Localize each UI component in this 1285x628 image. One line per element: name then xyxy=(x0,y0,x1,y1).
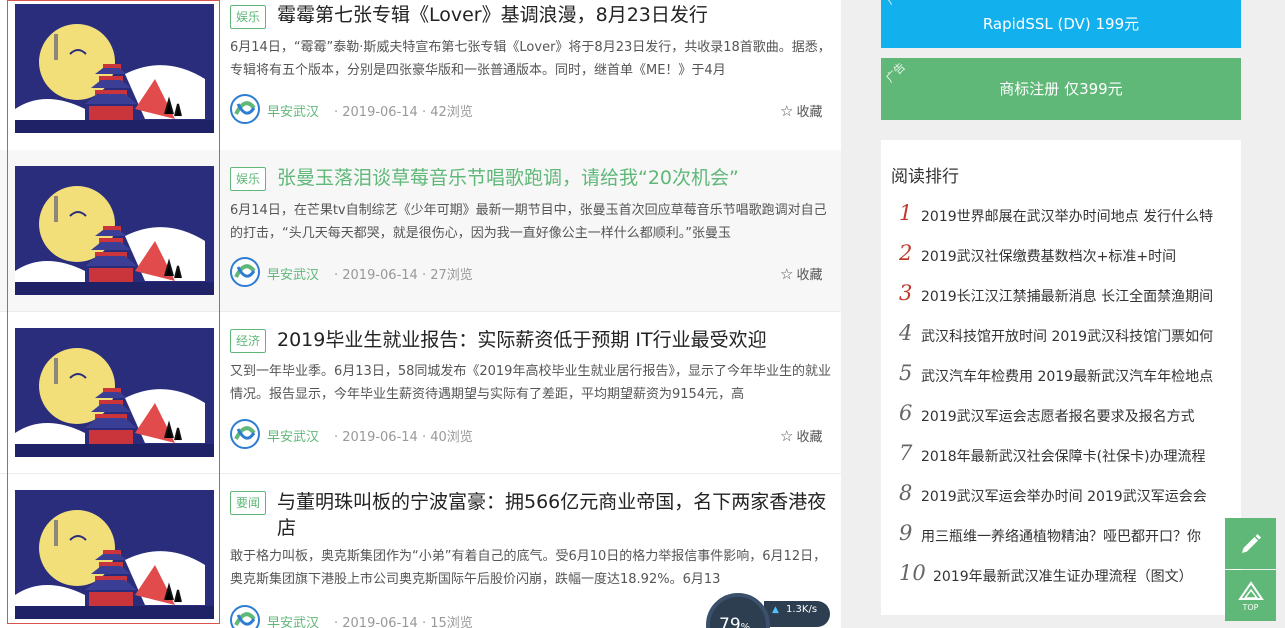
speed-percent-sign: % xyxy=(740,622,751,628)
article-item[interactable]: 娱乐 霉霉第七张专辑《Lover》基调浪漫，8月23日发行 6月14日，“霉霉”… xyxy=(0,0,841,162)
article-item[interactable]: 经济 2019毕业生就业报告：实际薪资低于预期 IT行业最受欢迎 又到一年毕业季… xyxy=(0,312,841,474)
category-tag[interactable]: 要闻 xyxy=(230,491,267,515)
article-thumbnail[interactable] xyxy=(15,328,214,457)
thumbnail-illustration xyxy=(15,4,214,133)
rank-number: 1 xyxy=(899,201,913,225)
thumbnail-illustration xyxy=(15,490,214,619)
source-logo-icon xyxy=(230,419,260,449)
star-icon: ☆ xyxy=(780,427,794,445)
favorite-button[interactable]: ☆ 收藏 xyxy=(780,426,822,445)
rank-item[interactable]: 10 2019年最新武汉准生证办理流程（图文） xyxy=(899,561,1241,591)
rank-item[interactable]: 8 2019武汉军运会举办时间 2019武汉军运会会 xyxy=(899,481,1241,511)
article-thumbnail[interactable] xyxy=(15,4,214,133)
article-item[interactable]: 娱乐 张曼玉落泪谈草莓音乐节唱歌跑调，请给我“20次机会” 6月14日，在芒果t… xyxy=(0,150,841,312)
article-meta: 早安武汉 · 2019-06-14 · 42浏览 ☆ 收藏 xyxy=(230,94,830,124)
date-views: · 2019-06-14 · 40浏览 xyxy=(334,430,473,445)
date-views: · 2019-06-14 · 15浏览 xyxy=(334,616,473,628)
back-to-top-button[interactable]: TOP xyxy=(1225,570,1276,621)
rank-item[interactable]: 4 武汉科技馆开放时间 2019武汉科技馆门票如何 xyxy=(899,321,1241,351)
upload-arrow-icon: ▲ xyxy=(772,605,779,615)
speed-bar: ▲ 1.3K/s xyxy=(764,601,830,627)
source-logo-icon xyxy=(230,605,260,628)
date-views: · 2019-06-14 · 27浏览 xyxy=(334,268,473,283)
rank-item[interactable]: 7 2018年最新武汉社会保障卡(社保卡)办理流程 xyxy=(899,441,1241,471)
rank-link[interactable]: 2019年最新武汉准生证办理流程（图文） xyxy=(933,566,1193,586)
edit-button[interactable] xyxy=(1225,518,1276,569)
source-link[interactable]: 早安武汉 xyxy=(267,612,319,628)
rank-number: 8 xyxy=(899,481,913,505)
rank-item[interactable]: 3 2019长江汉江禁捕最新消息 长江全面禁渔期间 xyxy=(899,281,1241,311)
thumbnail-illustration xyxy=(15,328,214,457)
ad-trademark-text: 商标注册 仅399元 xyxy=(999,80,1123,98)
article-meta: 早安武汉 · 2019-06-14 · 27浏览 ☆ 收藏 xyxy=(230,257,830,287)
rank-item[interactable]: 6 2019武汉军运会志愿者报名要求及报名方式 xyxy=(899,401,1241,431)
rank-link[interactable]: 2019武汉社保缴费基数档次+标准+时间 xyxy=(921,246,1176,266)
article-excerpt: 6月14日，“霉霉”泰勒·斯威夫特宣布第七张专辑《Lover》将于8月23日发行… xyxy=(230,40,831,78)
category-tag[interactable]: 娱乐 xyxy=(230,5,267,29)
star-icon: ☆ xyxy=(780,265,794,283)
favorite-label: 收藏 xyxy=(796,430,823,445)
rank-item[interactable]: 9 用三瓶维一养络通植物精油？哑巴都开口？你 xyxy=(899,521,1241,551)
speed-circle: 79% xyxy=(706,593,770,628)
favorite-button[interactable]: ☆ 收藏 xyxy=(780,264,822,283)
rank-number: 2 xyxy=(899,241,913,265)
rank-link[interactable]: 2019武汉军运会志愿者报名要求及报名方式 xyxy=(921,406,1195,426)
article-meta: 早安武汉 · 2019-06-14 · 40浏览 ☆ 收藏 xyxy=(230,419,830,449)
source-link[interactable]: 早安武汉 xyxy=(267,101,319,120)
rank-title: 阅读排行 xyxy=(891,167,959,187)
rank-link[interactable]: 武汉汽车年检费用 2019最新武汉汽车年检地点 xyxy=(921,366,1213,386)
article-excerpt: 又到一年毕业季。6月13日，58同城发布《2019年高校毕业生就业居行报告》，显… xyxy=(230,364,831,402)
reading-rank-panel: 阅读排行 1 2019世界邮展在武汉举办时间地点 发行什么特 2 2019武汉社保缴… xyxy=(881,140,1241,615)
rank-number: 3 xyxy=(899,281,913,305)
category-tag[interactable]: 经济 xyxy=(230,329,267,353)
rank-item[interactable]: 5 武汉汽车年检费用 2019最新武汉汽车年检地点 xyxy=(899,361,1241,391)
article-title[interactable]: 霉霉第七张专辑《Lover》基调浪漫，8月23日发行 xyxy=(277,2,837,28)
ad-banner-ssl[interactable]: 广告 RapidSSL (DV) 199元 xyxy=(881,0,1241,48)
rank-item[interactable]: 1 2019世界邮展在武汉举办时间地点 发行什么特 xyxy=(899,201,1241,231)
rank-link[interactable]: 2019长江汉江禁捕最新消息 长江全面禁渔期间 xyxy=(921,286,1213,306)
rank-link[interactable]: 2019世界邮展在武汉举办时间地点 发行什么特 xyxy=(921,206,1213,226)
rank-number: 4 xyxy=(899,321,913,345)
thumbnail-illustration xyxy=(15,166,214,295)
article-title[interactable]: 张曼玉落泪谈草莓音乐节唱歌跑调，请给我“20次机会” xyxy=(277,165,837,191)
article-title[interactable]: 2019毕业生就业报告：实际薪资低于预期 IT行业最受欢迎 xyxy=(277,327,837,353)
speed-rate: 1.3K/s xyxy=(786,604,818,615)
source-link[interactable]: 早安武汉 xyxy=(267,264,319,283)
favorite-button[interactable]: ☆ 收藏 xyxy=(780,101,822,120)
source-link[interactable]: 早安武汉 xyxy=(267,426,319,445)
rank-number: 7 xyxy=(899,441,913,465)
favorite-label: 收藏 xyxy=(796,268,823,283)
ad-label: 广告 xyxy=(883,60,909,86)
rank-link[interactable]: 2019武汉军运会举办时间 2019武汉军运会会 xyxy=(921,486,1207,506)
rank-number: 9 xyxy=(899,521,913,545)
ad-label: 广告 xyxy=(883,0,908,8)
rank-link[interactable]: 2018年最新武汉社会保障卡(社保卡)办理流程 xyxy=(921,446,1206,466)
article-title[interactable]: 与董明珠叫板的宁波富豪：拥566亿元商业帝国，名下两家香港夜店 xyxy=(277,489,837,541)
article-thumbnail[interactable] xyxy=(15,166,214,295)
article-thumbnail[interactable] xyxy=(15,490,214,619)
category-tag[interactable]: 娱乐 xyxy=(230,167,267,191)
rank-item[interactable]: 2 2019武汉社保缴费基数档次+标准+时间 xyxy=(899,241,1241,271)
article-excerpt: 6月14日，在芒果tv自制综艺《少年可期》最新一期节目中，张曼玉首次回应草莓音乐… xyxy=(230,203,827,241)
date-views: · 2019-06-14 · 42浏览 xyxy=(334,105,473,120)
source-logo-icon xyxy=(230,94,260,124)
ad-ssl-text: RapidSSL (DV) 199元 xyxy=(982,15,1140,33)
network-speed-widget[interactable]: ▲ 1.3K/s 79% xyxy=(706,593,830,628)
rank-link[interactable]: 武汉科技馆开放时间 2019武汉科技馆门票如何 xyxy=(921,326,1213,346)
page: 娱乐 霉霉第七张专辑《Lover》基调浪漫，8月23日发行 6月14日，“霉霉”… xyxy=(0,0,1285,628)
rank-link[interactable]: 用三瓶维一养络通植物精油？哑巴都开口？你 xyxy=(921,526,1201,546)
source-logo-icon xyxy=(230,257,260,287)
star-icon: ☆ xyxy=(780,102,794,120)
article-list: 娱乐 霉霉第七张专辑《Lover》基调浪漫，8月23日发行 6月14日，“霉霉”… xyxy=(0,0,841,628)
top-label: TOP xyxy=(1242,603,1259,612)
rank-number: 6 xyxy=(899,401,913,425)
rank-number: 5 xyxy=(899,361,913,385)
article-excerpt: 敢于格力叫板，奥克斯集团作为“小弟”有着自己的底气。受6月10日的格力举报信事件… xyxy=(230,549,827,587)
speed-percent: 79% xyxy=(719,615,750,628)
speed-percent-value: 79 xyxy=(719,615,741,628)
pencil-icon xyxy=(1241,533,1261,553)
favorite-label: 收藏 xyxy=(796,105,823,120)
ad-banner-trademark[interactable]: 广告 商标注册 仅399元 xyxy=(881,58,1241,120)
rank-number: 10 xyxy=(899,561,926,585)
